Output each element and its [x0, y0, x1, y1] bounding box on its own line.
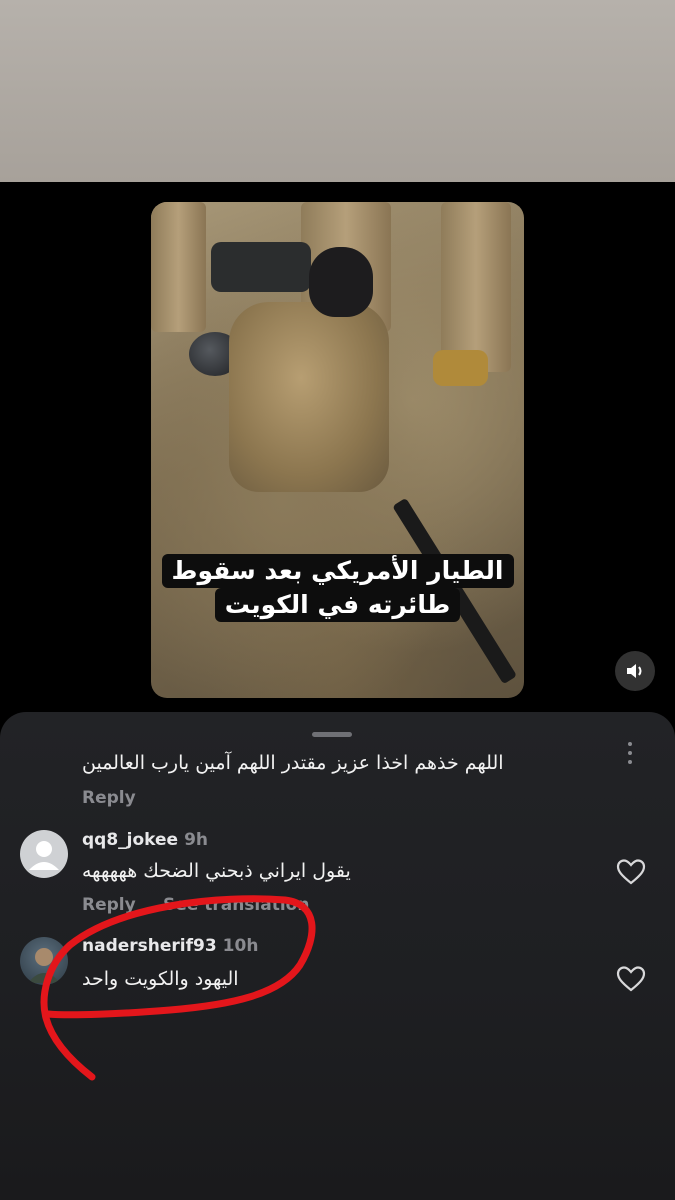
- comment-author[interactable]: qq8_jokee 9h: [82, 830, 208, 850]
- default-user-icon: [29, 841, 59, 870]
- caption-line-1: الطيار الأمريكي بعد سقوط: [161, 554, 514, 588]
- pilot-head-image: [309, 247, 373, 317]
- more-options-icon[interactable]: [628, 742, 634, 769]
- bag-image: [211, 242, 311, 292]
- boot-image: [433, 350, 488, 386]
- mute-button[interactable]: [615, 651, 655, 691]
- avatar[interactable]: [20, 937, 68, 985]
- heart-icon[interactable]: [616, 965, 646, 993]
- reply-button[interactable]: Reply: [82, 895, 136, 915]
- avatar[interactable]: [20, 830, 68, 878]
- user-photo-icon: [28, 948, 60, 983]
- see-translation-button[interactable]: See translation: [163, 895, 309, 915]
- username[interactable]: nadersherif93: [82, 936, 217, 956]
- comments-sheet: اللهم خذهم اخذا عزيز مقتدر اللهم آمين يا…: [0, 712, 675, 1200]
- username[interactable]: qq8_jokee: [82, 830, 178, 850]
- caption-line-2: طائرته في الكويت: [214, 588, 461, 622]
- comment-text: اليهود والكويت واحد: [82, 968, 239, 990]
- background-band: [0, 0, 675, 182]
- sheet-drag-handle[interactable]: [312, 732, 352, 737]
- pilot-figure-image: [229, 302, 389, 492]
- speaker-icon: [627, 664, 642, 678]
- heart-icon[interactable]: [616, 858, 646, 886]
- comment-text: يقول ايراني ذبحني الضحك هههههه: [82, 860, 351, 882]
- soldier-leg-image: [441, 202, 511, 372]
- comment-author[interactable]: nadersherif93 10h: [82, 936, 258, 956]
- video-caption: الطيار الأمريكي بعد سقوط طائرته في الكوي…: [151, 554, 524, 622]
- comment-text: اللهم خذهم اخذا عزيز مقتدر اللهم آمين يا…: [82, 752, 504, 774]
- video-player[interactable]: الطيار الأمريكي بعد سقوط طائرته في الكوي…: [151, 202, 524, 698]
- soldier-leg-image: [151, 202, 206, 332]
- comment-time: 10h: [222, 936, 259, 956]
- comment-time: 9h: [184, 830, 209, 850]
- reply-button[interactable]: Reply: [82, 788, 136, 808]
